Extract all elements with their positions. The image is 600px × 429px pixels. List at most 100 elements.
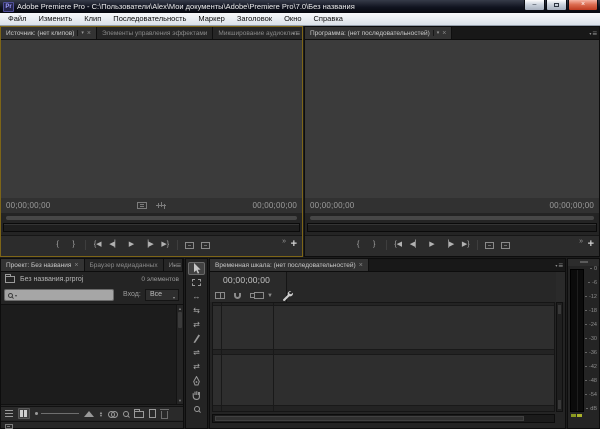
menu-sequence[interactable]: Последовательность [107,13,192,25]
timeline-horizontal-scrollbar[interactable] [212,414,555,423]
timeline-ruler[interactable] [286,272,556,302]
zoom-tool[interactable] [188,402,205,415]
tab-program[interactable]: Программа: (нет последовательностей) ▾ × [305,27,453,39]
hand-tool[interactable] [188,388,205,401]
play-button[interactable]: ▶ [428,240,437,250]
tab-media-browser[interactable]: Браузер медиаданных [84,259,164,271]
selection-tool[interactable] [188,262,205,275]
more-buttons-icon[interactable]: » [282,238,286,245]
timeline-track-area[interactable] [212,302,555,412]
audio-track-band[interactable] [213,354,554,406]
mark-out-button[interactable]: } [370,240,379,250]
program-monitor-viewport[interactable] [305,40,599,198]
menu-window[interactable]: Окно [278,13,307,25]
mark-out-button[interactable]: } [69,240,78,250]
overwrite-button[interactable] [200,241,210,249]
menu-file[interactable]: Файл [2,13,32,25]
sort-icons-button[interactable]: ▲ ▼ [99,410,103,417]
source-zoom-scrollbar[interactable] [6,216,297,220]
add-marker-icon[interactable]: ▼ [267,293,273,299]
drag-video-icon[interactable] [137,202,147,209]
timeline-vertical-scrollbar[interactable] [556,302,563,412]
audio-meter-header[interactable] [568,259,599,266]
mark-in-button[interactable]: { [53,240,62,250]
chevron-down-icon[interactable]: ▾ [77,30,84,36]
menu-clip[interactable]: Клип [78,13,107,25]
rate-stretch-tool[interactable]: ⇄ [188,318,205,331]
lift-button[interactable] [485,241,495,249]
list-view-button[interactable] [5,410,13,417]
program-zoom-scrollbar[interactable] [310,216,594,220]
project-list-scrollbar[interactable]: ▲ ▼ [176,305,183,404]
video-track-band[interactable] [213,305,554,350]
mark-in-button[interactable]: { [354,240,363,250]
step-forward-button[interactable]: ▕▶ [444,240,455,250]
new-item-button[interactable] [148,409,156,418]
project-file-name[interactable]: Без названия.prproj [20,276,83,283]
razor-tool[interactable] [188,332,205,345]
close-icon[interactable]: × [359,262,363,269]
extract-button[interactable] [501,241,511,249]
settings-wrench-icon[interactable] [282,290,293,301]
close-icon[interactable]: × [442,30,446,37]
nest-toggle-icon[interactable] [215,292,225,299]
find-button[interactable] [107,410,118,418]
pen-tool[interactable] [188,374,205,387]
maximize-button[interactable] [546,0,567,11]
search-icon[interactable] [122,410,129,417]
clear-button[interactable] [159,408,169,419]
close-icon[interactable]: × [87,30,91,37]
insert-button[interactable] [184,241,194,249]
track-select-tool[interactable] [188,276,205,289]
goto-out-button[interactable]: ▶} [161,240,170,250]
panel-menu-icon[interactable]: ▾ ≡ [555,259,563,271]
timeline-timecode[interactable]: 00;00;00;00 [223,275,270,285]
goto-out-button[interactable]: ▶} [461,240,470,250]
scrollbar-thumb[interactable] [558,305,561,314]
icon-view-button[interactable] [18,408,30,419]
scrollbar-thumb[interactable] [215,416,524,421]
more-buttons-icon[interactable]: » [579,238,583,245]
scrollbar-thumb[interactable] [178,312,182,328]
filter-dropdown[interactable]: Все ▾ [145,289,179,301]
linked-selection-icon[interactable] [250,292,264,299]
goto-in-button[interactable]: {◀ [394,240,403,250]
button-editor-add[interactable]: + [291,239,297,250]
rolling-edit-tool[interactable]: ⇆ [188,304,205,317]
source-seek-bar[interactable] [3,223,300,232]
program-seek-bar[interactable] [307,223,597,232]
tab-source[interactable]: Источник: (нет клипов) ▾ × [1,27,97,39]
program-current-timecode[interactable]: 00;00;00;00 [310,201,354,210]
slip-tool[interactable]: ⇌ [188,346,205,359]
tab-effect-controls[interactable]: Элементы управления эффектами [97,27,214,39]
scroll-down-icon[interactable]: ▼ [177,398,183,403]
panel-menu-icon[interactable]: ▾ ≡ [589,27,597,39]
new-bin-button[interactable] [133,409,144,418]
button-editor-add[interactable]: + [588,239,594,250]
step-back-button[interactable]: ◀▏ [410,240,421,250]
snap-icon[interactable] [234,292,241,299]
ripple-edit-tool[interactable]: ↔ [188,290,205,303]
search-input[interactable]: ▾ [4,289,114,301]
panel-menu-icon[interactable]: ▾ ≡ [292,27,300,39]
thumbnail-zoom-slider[interactable] [35,410,79,417]
menu-marker[interactable]: Маркер [192,13,230,25]
menu-help[interactable]: Справка [308,13,349,25]
panel-menu-icon[interactable]: ▾ ≡ [173,259,181,271]
play-button[interactable]: ▶ [127,240,136,250]
automate-to-sequence-button[interactable] [84,410,94,417]
project-item-list[interactable]: ▲ ▼ [1,304,183,405]
close-button[interactable]: × [568,0,598,11]
drag-audio-icon[interactable] [156,202,166,209]
tab-timeline[interactable]: Временная шкала: (нет последовательносте… [210,259,369,271]
step-forward-button[interactable]: ▕▶ [143,240,154,250]
chevron-down-icon[interactable]: ▾ [15,293,17,298]
step-back-button[interactable]: ◀▏ [109,240,120,250]
menu-title[interactable]: Заголовок [231,13,278,25]
tab-project[interactable]: Проект: Без названия × [1,259,85,271]
chevron-down-icon[interactable]: ▾ [432,30,439,36]
scroll-up-icon[interactable]: ▲ [177,306,183,311]
scrollbar-thumb[interactable] [558,400,561,409]
minimize-button[interactable]: – [524,0,545,11]
slide-tool[interactable]: ⇄ [188,360,205,373]
